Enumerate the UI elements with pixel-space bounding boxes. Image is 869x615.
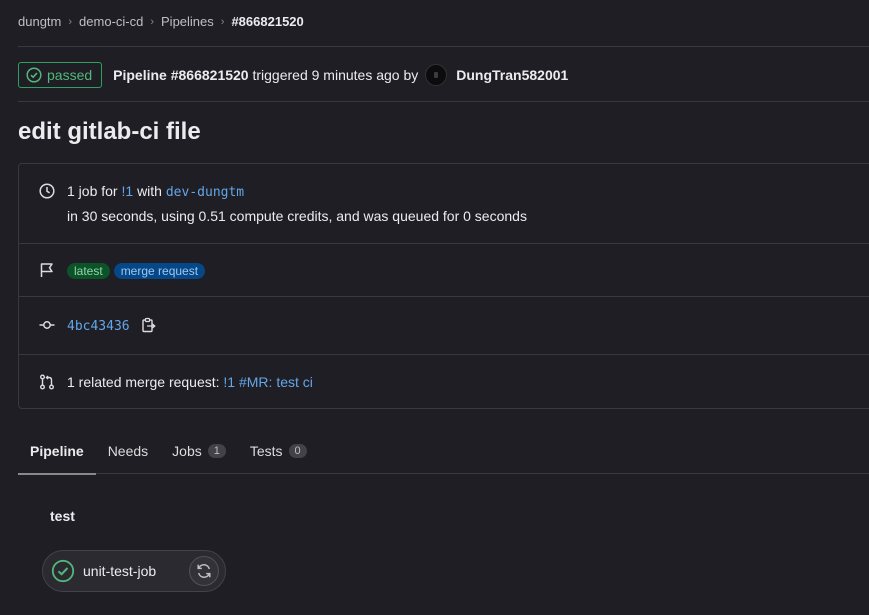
pipeline-header: passed Pipeline #866821520 triggered 9 m… — [18, 62, 869, 88]
tab-pipeline[interactable]: Pipeline — [18, 428, 96, 475]
pipeline-info-card: 1 job for !1 with dev-dungtm in 30 secon… — [18, 163, 869, 409]
triggered-text: triggered 9 minutes ago by — [252, 67, 419, 83]
chevron-right-icon: › — [150, 15, 155, 28]
breadcrumb-item-group[interactable]: dungtm — [18, 14, 61, 29]
tab-tests[interactable]: Tests 0 — [238, 428, 319, 474]
tab-label: Tests — [249, 443, 283, 459]
badges-row: latest merge request — [19, 244, 869, 297]
merge-request-badge: merge request — [113, 263, 206, 279]
job-name: unit-test-job — [83, 563, 157, 579]
pipeline-summary: Pipeline #866821520 triggered 9 minutes … — [113, 67, 418, 83]
commit-icon — [39, 321, 55, 329]
status-label: passed — [47, 67, 93, 83]
flag-icon — [40, 263, 53, 277]
tab-label: Pipeline — [30, 443, 84, 459]
avatar[interactable] — [425, 64, 448, 86]
breadcrumb-item-current[interactable]: #866821520 — [231, 14, 303, 29]
chevron-right-icon: › — [220, 15, 225, 28]
related-mr-row: 1 related merge request: !1 #MR: test ci — [19, 355, 869, 410]
commit-sha-link[interactable]: 4bc43436 — [67, 319, 130, 334]
duration-row: 1 job for !1 with dev-dungtm in 30 secon… — [19, 164, 869, 244]
retry-icon — [197, 564, 211, 578]
mr-link[interactable]: !1 — [121, 183, 133, 199]
badge-group: latest merge request — [67, 262, 209, 279]
branch-link[interactable]: dev-dungtm — [166, 185, 244, 200]
merge-request-icon — [40, 374, 54, 390]
clock-icon — [39, 183, 55, 199]
tests-count-badge: 0 — [288, 444, 307, 458]
pipeline-tabs: Pipeline Needs Jobs 1 Tests 0 — [18, 428, 869, 475]
status-badge[interactable]: passed — [18, 62, 103, 88]
breadcrumb-item-pipelines[interactable]: Pipelines — [161, 14, 214, 29]
tab-label: Jobs — [172, 443, 202, 459]
commit-row: 4bc43436 — [19, 297, 869, 355]
tab-label: Needs — [107, 443, 149, 459]
related-mr-line: 1 related merge request: !1 #MR: test ci — [67, 374, 313, 390]
tab-jobs[interactable]: Jobs 1 — [160, 428, 238, 474]
jobs-count-badge: 1 — [207, 444, 226, 458]
divider — [18, 101, 869, 102]
job-item[interactable]: unit-test-job — [42, 550, 226, 592]
pipeline-ref: Pipeline #866821520 — [113, 67, 249, 83]
jobs-count-text: 1 job for — [67, 183, 118, 199]
check-circle-icon — [26, 67, 42, 83]
chevron-right-icon: › — [68, 15, 73, 28]
copy-icon[interactable] — [141, 317, 156, 333]
latest-badge: latest — [67, 263, 110, 279]
stage-title: test — [50, 508, 75, 524]
breadcrumb: dungtm › demo-ci-cd › Pipelines › #86682… — [18, 14, 304, 29]
related-mr-link[interactable]: !1 #MR: test ci — [223, 374, 312, 390]
related-mr-text: 1 related merge request: — [67, 374, 220, 390]
commit-line: 4bc43436 — [67, 317, 156, 334]
success-icon — [51, 559, 75, 583]
page-title: edit gitlab-ci file — [18, 118, 201, 145]
jobs-line: 1 job for !1 with dev-dungtm — [67, 183, 244, 200]
retry-button[interactable] — [189, 556, 219, 586]
breadcrumb-item-project[interactable]: demo-ci-cd — [79, 14, 143, 29]
divider — [18, 46, 869, 47]
duration-text: in 30 seconds, using 0.51 compute credit… — [67, 208, 527, 224]
tab-needs[interactable]: Needs — [96, 428, 160, 474]
with-text: with — [137, 183, 162, 199]
author-link[interactable]: DungTran582001 — [456, 67, 568, 83]
